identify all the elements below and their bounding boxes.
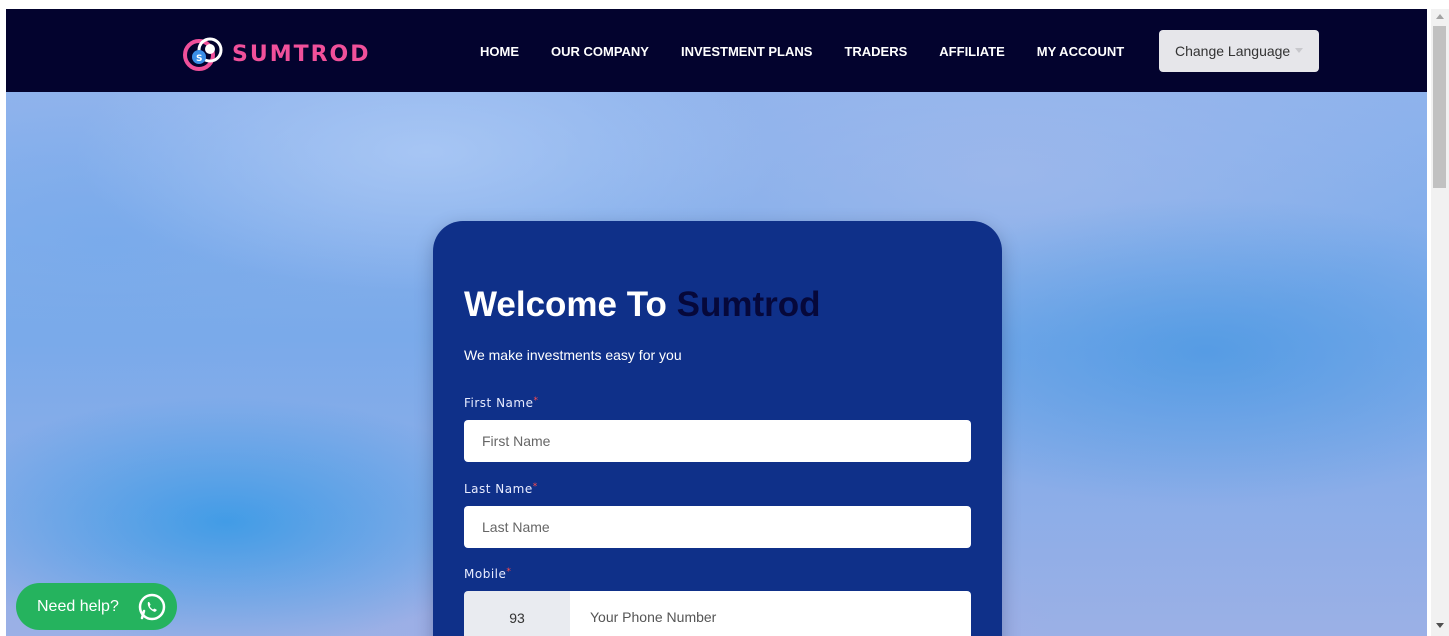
change-language-button[interactable]: Change Language bbox=[1159, 30, 1319, 72]
browser-top-strip bbox=[0, 0, 1449, 9]
scroll-down-arrow-icon[interactable] bbox=[1436, 623, 1444, 628]
nav-investment-plans[interactable]: INVESTMENT PLANS bbox=[681, 44, 812, 59]
phone-number-input[interactable] bbox=[570, 591, 971, 636]
mobile-label-text: Mobile bbox=[464, 567, 507, 581]
required-mark: * bbox=[533, 396, 539, 406]
scroll-up-arrow-icon[interactable] bbox=[1436, 14, 1444, 19]
required-mark: * bbox=[532, 482, 538, 492]
need-help-button[interactable]: Need help? bbox=[16, 583, 177, 630]
last-name-label-text: Last Name bbox=[464, 482, 533, 496]
nav-traders[interactable]: TRADERS bbox=[844, 44, 907, 59]
signup-card: Welcome To Sumtrod We make investments e… bbox=[433, 221, 1002, 636]
sumtrod-logo-icon: S bbox=[182, 36, 228, 72]
first-name-label-text: First Name bbox=[464, 396, 534, 410]
main-nav: HOME OUR COMPANY INVESTMENT PLANS TRADER… bbox=[480, 44, 1124, 59]
required-mark: * bbox=[506, 567, 512, 577]
mobile-field: 93 bbox=[464, 591, 971, 636]
country-code-select[interactable]: 93 bbox=[464, 591, 570, 636]
nav-our-company[interactable]: OUR COMPANY bbox=[551, 44, 649, 59]
brand-logo[interactable]: S SUMTROD bbox=[182, 36, 371, 72]
svg-text:S: S bbox=[196, 54, 202, 64]
change-language-label: Change Language bbox=[1175, 43, 1291, 59]
need-help-label: Need help? bbox=[37, 597, 119, 615]
nav-my-account[interactable]: MY ACCOUNT bbox=[1037, 44, 1124, 59]
first-name-input[interactable] bbox=[464, 420, 971, 462]
nav-home[interactable]: HOME bbox=[480, 44, 519, 59]
first-name-label: First Name* bbox=[464, 396, 538, 410]
last-name-input[interactable] bbox=[464, 506, 971, 548]
page-subtitle: We make investments easy for you bbox=[464, 347, 682, 363]
navbar: S SUMTROD HOME OUR COMPANY INVESTMENT PL… bbox=[6, 9, 1427, 92]
page-scrollbar[interactable] bbox=[1431, 9, 1449, 636]
title-brand: Sumtrod bbox=[676, 285, 821, 324]
title-prefix: Welcome To bbox=[464, 285, 667, 324]
whatsapp-icon bbox=[136, 591, 168, 623]
scroll-thumb[interactable] bbox=[1433, 26, 1446, 188]
last-name-label: Last Name* bbox=[464, 482, 538, 496]
nav-affiliate[interactable]: AFFILIATE bbox=[939, 44, 1004, 59]
brand-name: SUMTROD bbox=[232, 41, 371, 67]
caret-down-icon bbox=[1295, 48, 1303, 53]
mobile-label: Mobile* bbox=[464, 567, 511, 581]
page-title: Welcome To Sumtrod bbox=[464, 285, 821, 325]
